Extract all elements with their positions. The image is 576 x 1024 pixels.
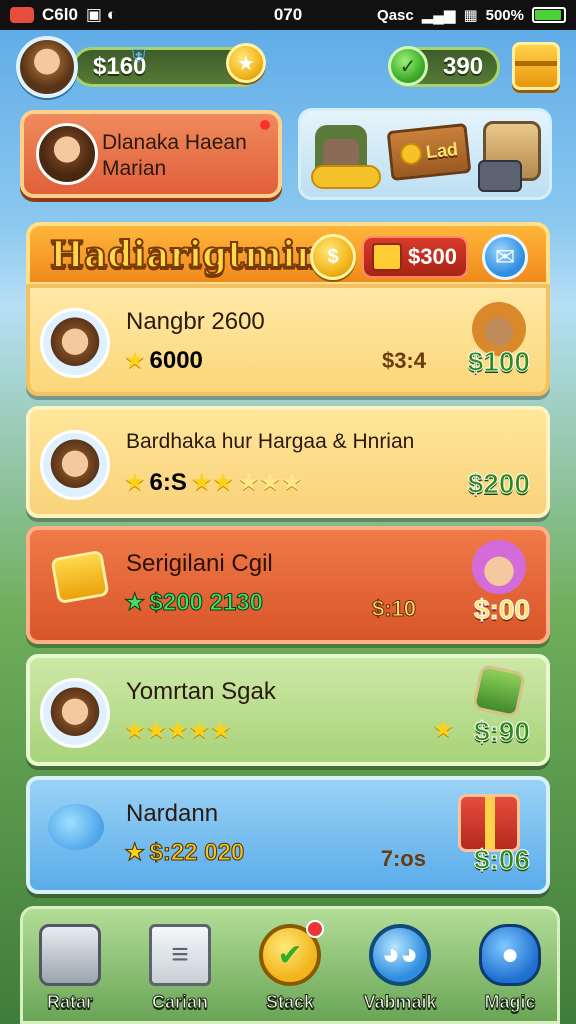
ticket-icon	[50, 549, 110, 605]
item-title: Nardann	[126, 800, 219, 827]
offer-price: $300	[408, 244, 457, 269]
profile-avatar	[36, 123, 98, 185]
profile-card[interactable]: Dlanaka Haean Marian	[20, 110, 282, 198]
nav-vabmaik[interactable]: ◕◕ Vabmaik	[350, 920, 450, 1024]
old-price: $3:4	[381, 348, 426, 373]
profile-name: Dlanaka Haean Marian	[102, 131, 247, 180]
list-item[interactable]: Bardhaka hur Hargaa & Hnrian ★ 6:S ★★ ★★…	[26, 406, 550, 518]
nav-stack[interactable]: ✔ Stack	[240, 920, 340, 1024]
offer-header: Hadiarigtmin $ $300 ✉	[26, 222, 550, 286]
document-icon: ≡	[149, 924, 211, 986]
chat-icon[interactable]: ✉	[482, 234, 528, 280]
coin-icon	[398, 141, 424, 166]
battery-percent: 500%	[485, 6, 524, 24]
old-price: 7:os	[380, 846, 426, 871]
bottom-nav: Ratar ≡ Carian ✔ Stack ◕◕ Vabmaik ● Magi…	[20, 920, 560, 1024]
nav-magic[interactable]: ● Magic	[460, 920, 560, 1024]
treasure-chest-icon[interactable]	[512, 42, 560, 90]
star-icon: ★★	[190, 469, 234, 496]
item-title: Nangbr 2600	[126, 308, 265, 335]
signal-icon: ▂▄▆	[421, 7, 456, 24]
shop-sign: Lad	[386, 122, 472, 182]
star-icon: ★	[124, 839, 146, 867]
avatar	[40, 678, 110, 748]
item-title: Bardhaka hur Hargaa & Hnrian	[126, 430, 415, 453]
list-item[interactable]: Yomrtan Sgak ★★★★★ ★ $:90	[26, 654, 550, 766]
item-price[interactable]: $:00	[473, 594, 530, 626]
star-icon: ★	[124, 347, 146, 374]
item-price[interactable]: $:90	[473, 716, 530, 748]
status-left-text: C6l0	[42, 5, 78, 24]
score-value: 390	[443, 53, 484, 80]
item-title: Yomrtan Sgak	[126, 678, 276, 705]
top-bar: $160 ⛨ ★ 390 ✓	[16, 36, 560, 100]
offer-price-button[interactable]: $300	[362, 236, 468, 278]
nav-label: Stack	[265, 992, 315, 1013]
avatar	[40, 308, 110, 378]
coin-icon: $	[310, 234, 356, 280]
shop-sign-text: Lad	[424, 138, 459, 162]
smile-face-icon: ◕◕	[369, 924, 431, 986]
item-title: Serigilani Cgil	[126, 550, 273, 577]
notification-icon: ▣ ◐	[85, 5, 117, 24]
battery-icon	[532, 7, 566, 23]
nav-label: Vabmaik	[363, 992, 437, 1013]
item-subtitle: ★ $200 2130	[124, 588, 264, 617]
item-price[interactable]: $:06	[473, 844, 530, 876]
offer-title: Hadiarigtmin	[49, 233, 323, 277]
star-icon: ★	[124, 589, 146, 617]
nav-ratar[interactable]: Ratar	[20, 920, 120, 1024]
coin-pile-icon	[311, 165, 381, 189]
nav-label: Magic	[484, 992, 536, 1013]
notification-dot	[306, 920, 324, 938]
item-price[interactable]: $200	[467, 468, 530, 500]
item-stars: ★★★★★	[124, 716, 232, 745]
nav-label: Carian	[151, 992, 209, 1013]
character-icon	[472, 540, 526, 594]
player-avatar[interactable]	[16, 36, 78, 98]
list-item[interactable]: Serigilani Cgil ★ $200 2130 $:10 $:00	[26, 526, 550, 644]
shop-card[interactable]: Lad	[298, 108, 552, 200]
star-icon: ★	[124, 469, 146, 496]
nav-label: Ratar	[46, 992, 94, 1013]
gem-icon: ✓	[388, 46, 428, 86]
status-time: 070	[273, 5, 303, 24]
star-icon: ★	[432, 716, 454, 743]
monster-icon: ●	[479, 924, 541, 986]
item-subtitle: ★ 6000	[124, 346, 203, 375]
nav-carian[interactable]: ≡ Carian	[130, 920, 230, 1024]
status-signal-text: Qasc	[377, 6, 414, 24]
notification-dot	[260, 120, 270, 130]
star-icon: ★★★	[237, 469, 303, 496]
item-subtitle: ★ $:22 020	[124, 838, 245, 867]
status-bar: C6l0 ▣ ◐ 070 Qasc ▂▄▆ ▦ 500%	[0, 0, 576, 30]
shield-badge-icon	[471, 663, 527, 719]
shield-icon: ⛨	[132, 46, 146, 66]
list-item[interactable]: Nardann ★ $:22 020 7:os $:06	[26, 776, 550, 894]
crate-icon	[478, 121, 541, 192]
bird-icon	[48, 804, 104, 850]
avatar	[40, 430, 110, 500]
ticket-icon	[372, 243, 402, 271]
image-icon: ▦	[463, 7, 478, 24]
item-price[interactable]: $100	[467, 346, 530, 378]
star-icon: ★★★★★	[124, 717, 232, 744]
old-price: $:10	[371, 596, 416, 622]
list-item[interactable]: Nangbr 2600 ★ 6000 $3:4 $100	[26, 284, 550, 396]
chest-icon	[39, 924, 101, 986]
app-icon	[10, 7, 34, 23]
coin-icon[interactable]: ★	[226, 43, 266, 83]
item-subtitle: ★ 6:S ★★ ★★★	[124, 468, 303, 497]
